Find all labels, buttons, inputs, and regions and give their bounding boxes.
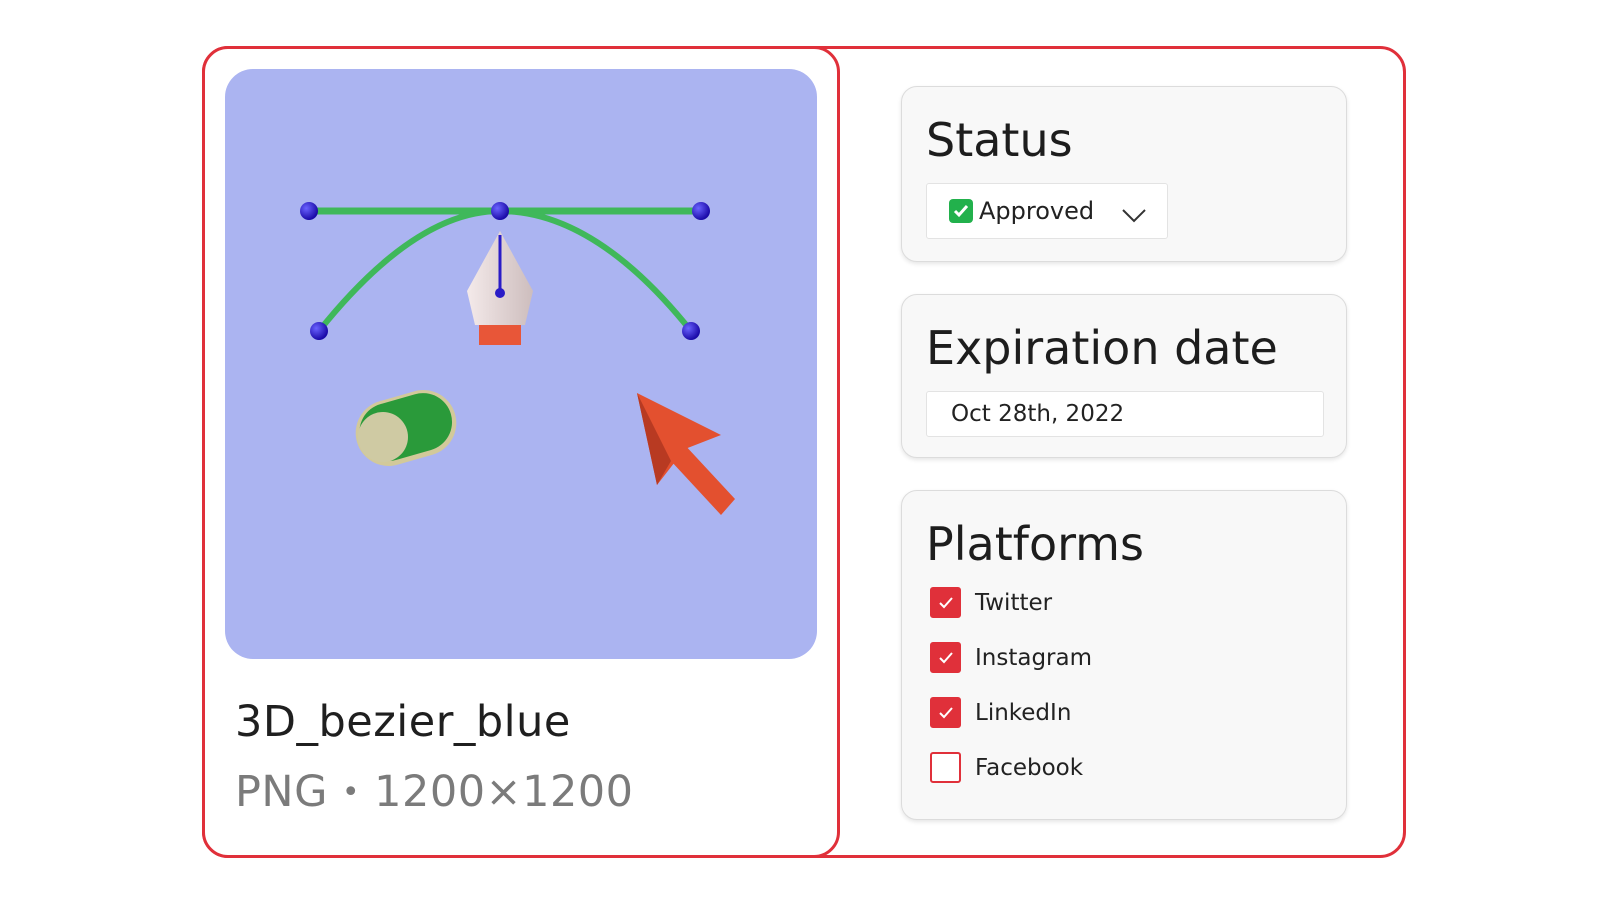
asset-format: PNG	[235, 767, 328, 817]
bezier-illustration-icon	[300, 202, 735, 515]
checkbox-linkedin[interactable]	[930, 697, 961, 728]
platform-twitter[interactable]: Twitter	[930, 587, 1052, 618]
checkbox-twitter[interactable]	[930, 587, 961, 618]
checkbox-instagram[interactable]	[930, 642, 961, 673]
status-value: Approved	[979, 197, 1095, 225]
asset-card[interactable]: 3D_bezier_blue PNG • 1200×1200	[202, 46, 840, 858]
expiration-date-field[interactable]: Oct 28th, 2022	[926, 391, 1324, 437]
status-panel: Status Approved	[901, 86, 1347, 262]
platforms-title: Platforms	[926, 517, 1144, 571]
status-dropdown[interactable]: Approved	[926, 183, 1168, 239]
platform-label: Instagram	[975, 644, 1093, 671]
platform-label: Facebook	[975, 754, 1084, 781]
chevron-down-icon[interactable]	[1121, 202, 1147, 230]
status-title: Status	[926, 113, 1073, 167]
platform-facebook[interactable]: Facebook	[930, 752, 1083, 783]
platforms-panel: Platforms Twitter Instagram LinkedIn Fac…	[901, 490, 1347, 820]
platform-instagram[interactable]: Instagram	[930, 642, 1092, 673]
checkbox-facebook[interactable]	[930, 752, 961, 783]
expiration-title: Expiration date	[926, 321, 1278, 375]
meta-separator: •	[341, 774, 361, 810]
asset-filename: 3D_bezier_blue	[235, 697, 571, 747]
asset-preview-image[interactable]	[225, 69, 817, 659]
asset-meta: PNG • 1200×1200	[235, 767, 634, 817]
platform-linkedin[interactable]: LinkedIn	[930, 697, 1071, 728]
platform-label: Twitter	[975, 589, 1053, 616]
check-mark-emoji-icon	[949, 199, 973, 223]
platform-label: LinkedIn	[975, 699, 1072, 726]
expiration-panel: Expiration date Oct 28th, 2022	[901, 294, 1347, 458]
asset-dimensions: 1200×1200	[374, 767, 634, 817]
